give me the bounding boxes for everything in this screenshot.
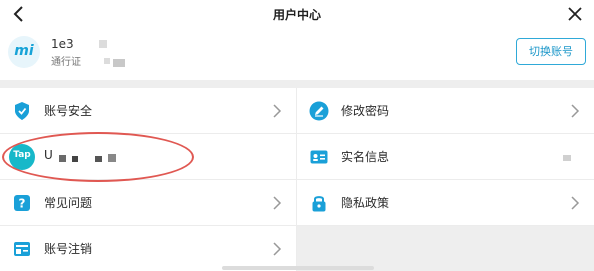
menu-label: 实名信息 — [341, 150, 390, 164]
mi-logo: mi — [8, 36, 40, 68]
page-title: 用户中心 — [272, 8, 321, 22]
menu-label: 账号注销 — [44, 242, 93, 256]
menu-label: 修改密码 — [341, 104, 390, 118]
menu-label: 隐私政策 — [341, 196, 390, 210]
mi-logo-text: mi — [14, 43, 34, 59]
close-icon[interactable] — [565, 4, 585, 24]
menu-item-account-deletion[interactable]: 账号注销 — [0, 226, 297, 271]
menu-label: 常见问题 — [44, 196, 93, 210]
id-card-icon — [310, 150, 328, 164]
empty-grid-cell — [297, 226, 594, 271]
menu-item-change-password[interactable]: 修改密码 — [297, 88, 594, 134]
account-row: mi 1e3 通行证 切换账号 — [0, 28, 594, 80]
redacted-block — [113, 59, 125, 67]
account-close-icon — [14, 242, 30, 256]
switch-account-button[interactable]: 切换账号 — [516, 38, 586, 65]
svg-text:?: ? — [19, 197, 26, 211]
shield-icon — [15, 102, 29, 120]
home-indicator[interactable] — [222, 266, 374, 270]
redacted-block — [104, 58, 110, 64]
menu-item-privacy-policy[interactable]: 隐私政策 — [297, 180, 594, 226]
pencil-icon — [309, 101, 329, 121]
redacted-block — [99, 40, 107, 48]
account-subtitle: 通行证 — [51, 57, 81, 68]
menu-item-account-security[interactable]: 账号安全 — [0, 88, 297, 134]
red-circle-annotation — [2, 132, 194, 182]
header-bar: 用户中心 — [0, 0, 594, 28]
lock-icon — [312, 196, 326, 212]
chevron-right-icon — [571, 196, 580, 210]
help-icon: ? — [14, 195, 30, 211]
account-name: 1e3 — [51, 37, 74, 51]
menu-item-real-name-info[interactable]: 实名信息 — [297, 134, 594, 180]
menu-item-faq[interactable]: ? 常见问题 — [0, 180, 297, 226]
menu-label: 账号安全 — [44, 104, 93, 118]
chevron-right-icon — [273, 196, 282, 210]
chevron-right-icon — [273, 104, 282, 118]
redacted-block — [563, 155, 571, 161]
chevron-right-icon — [571, 104, 580, 118]
section-divider — [0, 80, 594, 88]
chevron-right-icon — [273, 242, 282, 256]
